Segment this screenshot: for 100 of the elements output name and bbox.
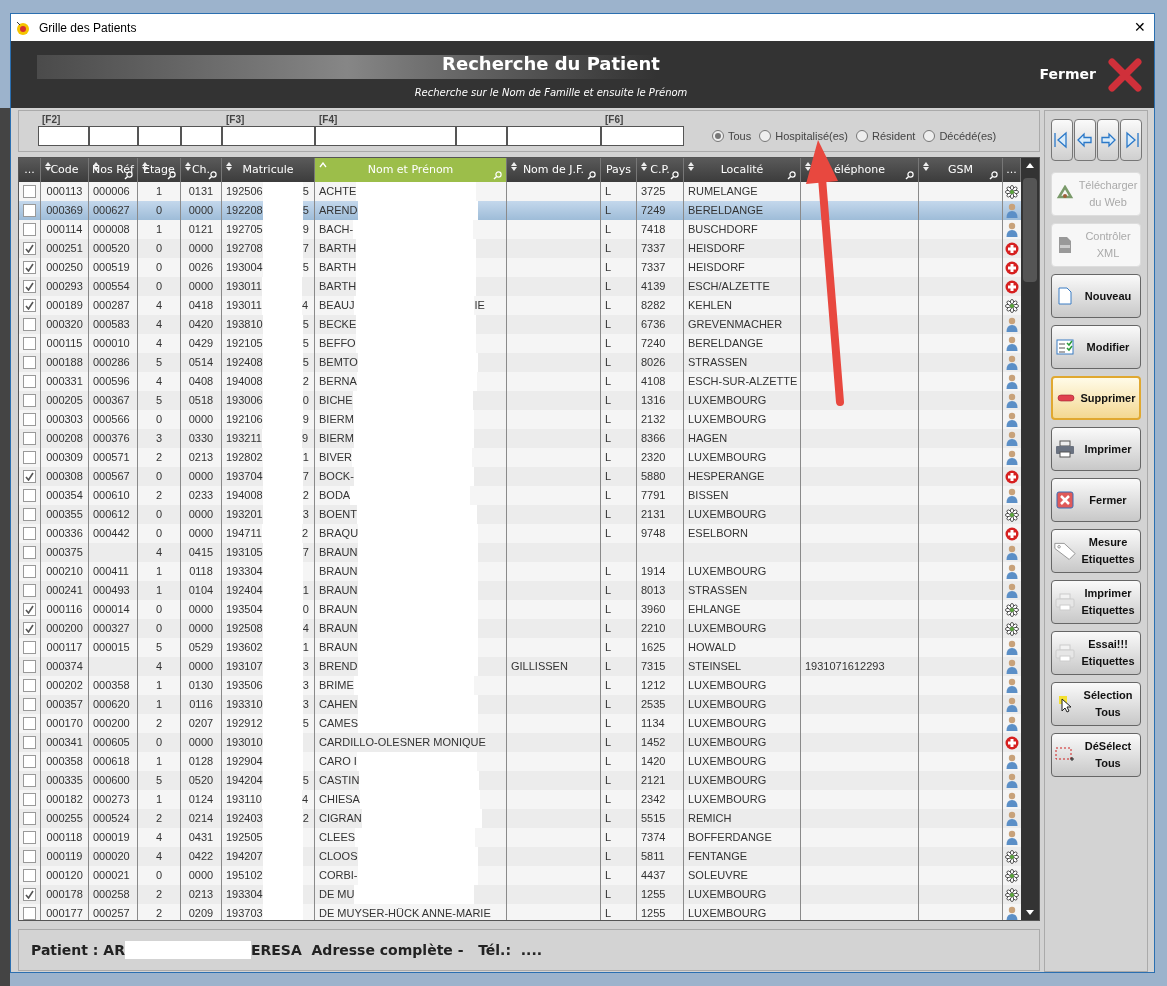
table-row[interactable]: 000341 000605 0 0000 193010 CARDILLO-OLESNER MONIQUE L 1452 LUXEMBOURG (19, 733, 1021, 752)
row-checkbox[interactable] (23, 679, 36, 692)
filter-field[interactable] (315, 126, 456, 146)
radio-button[interactable] (856, 129, 868, 142)
person-icon (1006, 336, 1018, 351)
action-button[interactable]: Fermer (1051, 478, 1141, 522)
table-row[interactable]: 000255 000524 2 0214 192403 2 CIGRAN L 5515 REMICH (19, 809, 1021, 828)
row-checkbox[interactable] (23, 489, 36, 502)
last-button[interactable] (1120, 119, 1142, 161)
row-checkbox[interactable] (23, 565, 36, 578)
sort-up-icon (319, 162, 327, 168)
filter-field[interactable] (222, 126, 315, 146)
row-checkbox[interactable] (23, 432, 36, 445)
row-checkbox[interactable] (23, 280, 36, 293)
row-checkbox[interactable] (23, 356, 36, 369)
row-checkbox[interactable] (23, 375, 36, 388)
table-row[interactable]: 000308 000567 0 0000 193704 7 BOCK- L 5880 HESPERANGE (19, 467, 1021, 486)
row-checkbox[interactable] (23, 299, 36, 312)
table-row[interactable]: 000320 000583 4 0420 193810 5 BECKE L 6736 GREVENMACHER (19, 315, 1021, 334)
table-row[interactable]: 000200 000327 0 0000 192508 4 BRAUN L 2210 LUXEMBOURG (19, 619, 1021, 638)
scroll-thumb[interactable] (1023, 178, 1037, 282)
row-checkbox[interactable] (23, 736, 36, 749)
row-checkbox[interactable] (23, 584, 36, 597)
table-row[interactable]: 000251 000520 0 0000 192708 7 BARTH L 7337 HEISDORF (19, 239, 1021, 258)
row-checkbox[interactable] (23, 546, 36, 559)
filter-field[interactable] (601, 126, 684, 146)
row-checkbox[interactable] (23, 242, 36, 255)
table-row[interactable]: 000205 000367 5 0518 193006 0 BICHE L 1316 LUXEMBOURG (19, 391, 1021, 410)
sort-icon (226, 162, 232, 171)
check-icon (25, 263, 34, 272)
row-checkbox[interactable] (23, 204, 36, 217)
filter-field[interactable] (89, 126, 138, 146)
row-checkbox[interactable] (23, 698, 36, 711)
filter-field[interactable] (181, 126, 222, 146)
table-row[interactable]: 000293 000554 0 0000 193011 BARTH L 4139 ESCH/ALZETTE (19, 277, 1021, 296)
filter-field[interactable] (38, 126, 89, 146)
row-checkbox[interactable] (23, 470, 36, 483)
file-icon (1058, 236, 1072, 254)
action-button[interactable]: Imprimer (1051, 427, 1141, 471)
filter-field[interactable] (456, 126, 507, 146)
table-row[interactable]: 000355 000612 0 0000 193201 3 BOENT L 2131 LUXEMBOURG (19, 505, 1021, 524)
row-checkbox[interactable] (23, 641, 36, 654)
action-button[interactable]: DéSélect Tous (1051, 733, 1141, 777)
arrow-left-button[interactable] (1074, 119, 1096, 161)
name-text: BRAUN (319, 583, 358, 599)
check-icon (25, 301, 34, 310)
row-checkbox[interactable] (23, 508, 36, 521)
table-row[interactable]: 000369 000627 0 0000 192208 5 AREND L 7249 BERELDANGE (19, 201, 1021, 220)
action-button[interactable]: Essai!!! Etiquettes (1051, 631, 1141, 675)
action-button[interactable]: Supprimer (1051, 376, 1141, 420)
row-checkbox[interactable] (23, 318, 36, 331)
radio-button[interactable] (759, 129, 772, 142)
row-checkbox[interactable] (23, 793, 36, 806)
row-checkbox[interactable] (23, 812, 36, 825)
table-row[interactable]: 000178 000258 2 0213 193304 DE MU L 1255 LUXEMBOURG (19, 885, 1021, 904)
arrow-right-button[interactable] (1097, 119, 1119, 161)
row-checkbox[interactable] (23, 774, 36, 787)
radio-button[interactable] (712, 129, 724, 142)
row-checkbox[interactable] (23, 413, 36, 426)
row-checkbox[interactable] (23, 527, 36, 540)
name-text: BARTH (319, 260, 357, 276)
row-checkbox[interactable] (23, 223, 36, 236)
filter-field[interactable] (507, 126, 601, 146)
row-checkbox[interactable] (23, 755, 36, 768)
row-checkbox[interactable] (23, 888, 36, 901)
row-checkbox[interactable] (23, 451, 36, 464)
table-row[interactable]: 000188 000286 5 0514 192408 5 BEMTO L 8026 STRASSEN (19, 353, 1021, 372)
action-button[interactable]: Modifier (1051, 325, 1141, 369)
table-row[interactable]: 000119 000020 4 0422 194207 CLOOS L 5811 FENTANGE (19, 847, 1021, 866)
action-button[interactable]: Sélection Tous (1051, 682, 1141, 726)
matricule-text: 192708 (226, 241, 263, 257)
code-cell: 000177 (41, 904, 89, 920)
row-checkbox[interactable] (23, 831, 36, 844)
row-checkbox[interactable] (23, 907, 36, 920)
close-button[interactable]: ✕ (1134, 17, 1146, 38)
scrollbar[interactable] (1021, 158, 1039, 920)
radio-button[interactable] (923, 129, 936, 142)
row-checkbox[interactable] (23, 660, 36, 673)
table-row[interactable]: 000241 000493 1 0104 192404 1 BRAUN L 8013 STRASSEN (19, 581, 1021, 600)
row-checkbox[interactable] (23, 394, 36, 407)
close-button[interactable]: Fermer (1039, 57, 1142, 92)
row-checkbox[interactable] (23, 850, 36, 863)
row-checkbox[interactable] (23, 603, 36, 616)
row-checkbox[interactable] (23, 869, 36, 882)
row-checkbox[interactable] (23, 337, 36, 350)
table-row[interactable]: 000335 000600 5 0520 194204 5 CASTIN L 2121 LUXEMBOURG (19, 771, 1021, 790)
matricule-text: 193304 (226, 564, 263, 580)
table-row[interactable]: 000375 4 0415 193105 7 BRAUN (19, 543, 1021, 562)
action-button[interactable]: Imprimer Etiquettes (1051, 580, 1141, 624)
first-button[interactable] (1051, 119, 1073, 161)
table-row[interactable]: 000357 000620 1 0116 193310 3 CAHEN L 2535 LUXEMBOURG (19, 695, 1021, 714)
row-checkbox[interactable] (23, 261, 36, 274)
action-button[interactable]: Nouveau (1051, 274, 1141, 318)
action-button[interactable]: Mesure Etiquettes (1051, 529, 1141, 573)
filter-field[interactable] (138, 126, 181, 146)
row-checkbox[interactable] (23, 622, 36, 635)
table-row[interactable]: 000208 000376 3 0330 193211 9 BIERM L 8366 HAGEN (19, 429, 1021, 448)
row-checkbox[interactable] (23, 185, 36, 198)
row-checkbox[interactable] (23, 717, 36, 730)
table-row[interactable]: 000374 4 0000 193107 3 BREND GILLISSEN L 7315 STEINSEL 1931071612293 (19, 657, 1021, 676)
